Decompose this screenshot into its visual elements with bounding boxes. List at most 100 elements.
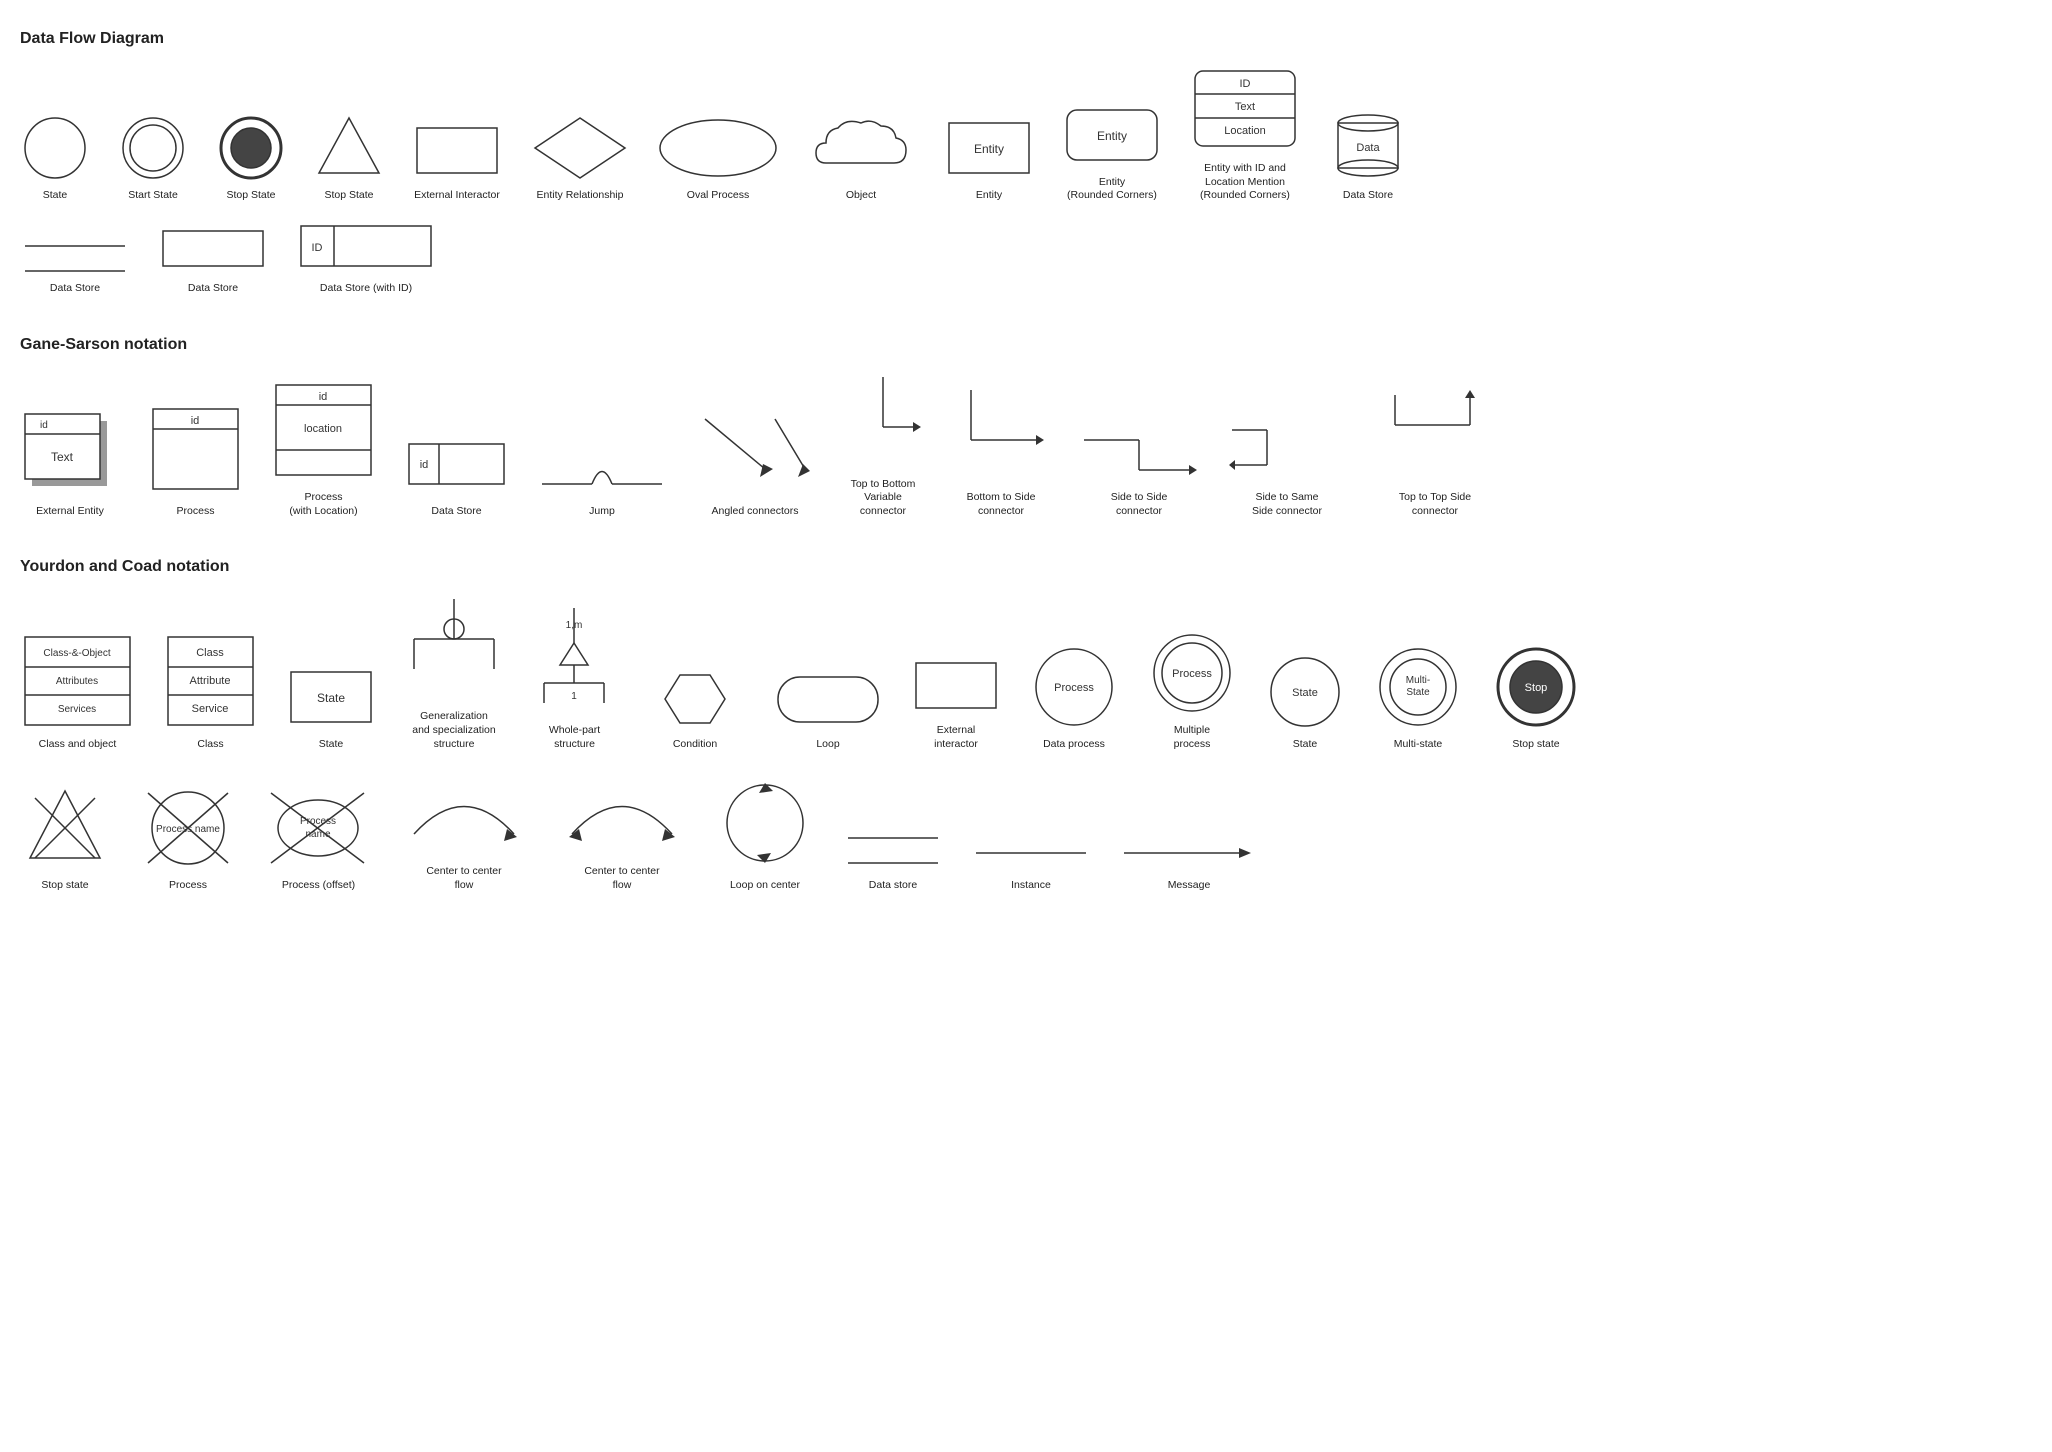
gs-side-same-shape (1227, 405, 1347, 485)
svg-text:location: location (304, 423, 342, 435)
svg-text:Attribute: Attribute (190, 675, 231, 687)
entity-rel-shape (530, 113, 630, 183)
dfd-stop-state2: Stop State (314, 113, 384, 203)
dfd-entity: Entity Entity (944, 113, 1034, 203)
dfd-entity-rel-label: Entity Relationship (537, 189, 624, 203)
dfd-section: Data Flow Diagram State Start State Stop… (20, 30, 2032, 306)
yc-class-object: Class-&-Object Attributes Services Class… (20, 632, 135, 752)
gs-side-same-label: Side to SameSide connector (1252, 491, 1322, 518)
yc-state: State State (286, 662, 376, 752)
dfd-row1: State Start State Stop State Stop State (20, 66, 2032, 213)
yc-instance-label: Instance (1011, 879, 1051, 893)
dfd-title: Data Flow Diagram (20, 30, 2032, 48)
svg-text:Class-&-Object: Class-&-Object (43, 648, 110, 659)
yc-state-circle: State State (1265, 652, 1345, 752)
yc-class-shape: Class Attribute Service (163, 632, 258, 732)
yc-center-flow1-shape (399, 769, 529, 859)
yc-center-flow2-label: Center to centerflow (584, 865, 659, 892)
gs-top-top: Top to Top Sideconnector (1375, 385, 1495, 518)
yc-message-shape (1119, 823, 1259, 873)
dfd-entity-rel: Entity Relationship (530, 113, 630, 203)
yc-ext-interactor-label: Externalinteractor (934, 724, 978, 751)
yc-multi-state-shape: Multi- State (1373, 642, 1463, 732)
yc-condition: Condition (645, 667, 745, 752)
svg-text:Class: Class (196, 647, 224, 659)
dfd-entity-id-label: Entity with ID andLocation Mention(Round… (1200, 162, 1290, 203)
yc-gen-shape (404, 594, 504, 704)
yc-instance: Instance (971, 823, 1091, 893)
yc-data-store-shape (843, 823, 943, 873)
yc-loop-center: Loop on center (715, 773, 815, 893)
yc-process-offset-label: Process (offset) (282, 879, 355, 893)
yc-stop-triangle-shape (20, 783, 110, 873)
oval-process-shape (658, 113, 778, 183)
yc-center-flow1-label: Center to centerflow (426, 865, 501, 892)
svg-text:Process: Process (1054, 682, 1094, 694)
dfd-data-store-cyl: Data Data Store (1328, 103, 1408, 203)
yc-data-process-shape: Process (1029, 642, 1119, 732)
gs-process-shape: id (148, 404, 243, 499)
svg-text:State: State (1292, 687, 1318, 699)
dfd-entity-label: Entity (976, 189, 1002, 203)
yc-gen-label: Generalizationand specializationstructur… (412, 710, 495, 751)
svg-text:Entity: Entity (974, 142, 1004, 156)
yc-process-offset: Process name Process (offset) (266, 783, 371, 893)
gs-side-side-label: Side to Sideconnector (1111, 491, 1168, 518)
yc-stop-triangle: Stop state (20, 783, 110, 893)
dfd-row2: Data Store Data Store ID Data Store (wit… (20, 221, 2032, 306)
data-store-box-shape (158, 226, 268, 276)
gs-row1: id Text External Entity id Process id lo… (20, 372, 2032, 529)
svg-text:Data: Data (1356, 142, 1380, 154)
state-shape (20, 113, 90, 183)
gs-ext-entity: id Text External Entity (20, 409, 120, 519)
yc-ext-interactor-shape (911, 653, 1001, 718)
yc-loop-shape (773, 667, 883, 732)
dfd-ext-interactor: External Interactor (412, 113, 502, 203)
yc-center-flow1: Center to centerflow (399, 769, 529, 892)
svg-text:ID: ID (312, 242, 323, 254)
svg-text:1: 1 (571, 691, 577, 702)
yc-multiple-process: Process Multipleprocess (1147, 628, 1237, 751)
svg-text:State: State (317, 691, 345, 705)
yc-process-x-shape: Process name (138, 783, 238, 873)
svg-text:id: id (319, 391, 328, 403)
yc-class: Class Attribute Service Class (163, 632, 258, 752)
svg-text:Multi-: Multi- (1406, 675, 1430, 686)
yc-whole-part-shape: 1,m 1 (532, 603, 617, 718)
yc-multiple-process-shape: Process (1147, 628, 1237, 718)
gs-side-side-shape (1079, 405, 1199, 485)
yc-center-flow2: Center to centerflow (557, 769, 687, 892)
gs-angled: Angled connectors (695, 409, 815, 519)
dfd-stop-state: Stop State (216, 113, 286, 203)
yc-loop: Loop (773, 667, 883, 752)
yc-data-process-label: Data process (1043, 738, 1105, 752)
stop-state-shape (216, 113, 286, 183)
svg-text:Stop: Stop (1525, 682, 1548, 694)
stop-state2-shape (314, 113, 384, 183)
yc-state-shape: State (286, 662, 376, 732)
gs-process: id Process (148, 404, 243, 519)
gs-data-store: id Data Store (404, 429, 509, 519)
gs-bottom-side-label: Bottom to Sideconnector (967, 491, 1036, 518)
dfd-ext-interactor-label: External Interactor (414, 189, 500, 203)
svg-text:name: name (305, 829, 330, 840)
svg-text:Services: Services (58, 704, 96, 715)
yc-stop-state-shape: Stop (1491, 642, 1581, 732)
yc-process-x: Process name Process (138, 783, 238, 893)
yc-multi-state-label: Multi-state (1394, 738, 1442, 752)
dfd-stop-state2-label: Stop State (324, 189, 373, 203)
gs-top-bottom: Top to BottomVariableconnector (843, 372, 923, 519)
yc-data-store-label: Data store (869, 879, 917, 893)
yc-generalization: Generalizationand specializationstructur… (404, 594, 504, 751)
yc-whole-part: 1,m 1 Whole-partstructure (532, 603, 617, 751)
yc-process-offset-shape: Process name (266, 783, 371, 873)
object-shape (806, 108, 916, 183)
yc-whole-part-label: Whole-partstructure (549, 724, 600, 751)
gs-ext-entity-shape: id Text (20, 409, 120, 499)
entity-id-shape: ID Text Location (1190, 66, 1300, 156)
gs-section: Gane-Sarson notation id Text External En… (20, 336, 2032, 529)
entity-rounded-shape: Entity (1062, 100, 1162, 170)
yc-stop-state: Stop Stop state (1491, 642, 1581, 752)
dfd-data-store-box-label: Data Store (188, 282, 238, 296)
dfd-entity-rounded: Entity Entity(Rounded Corners) (1062, 100, 1162, 203)
